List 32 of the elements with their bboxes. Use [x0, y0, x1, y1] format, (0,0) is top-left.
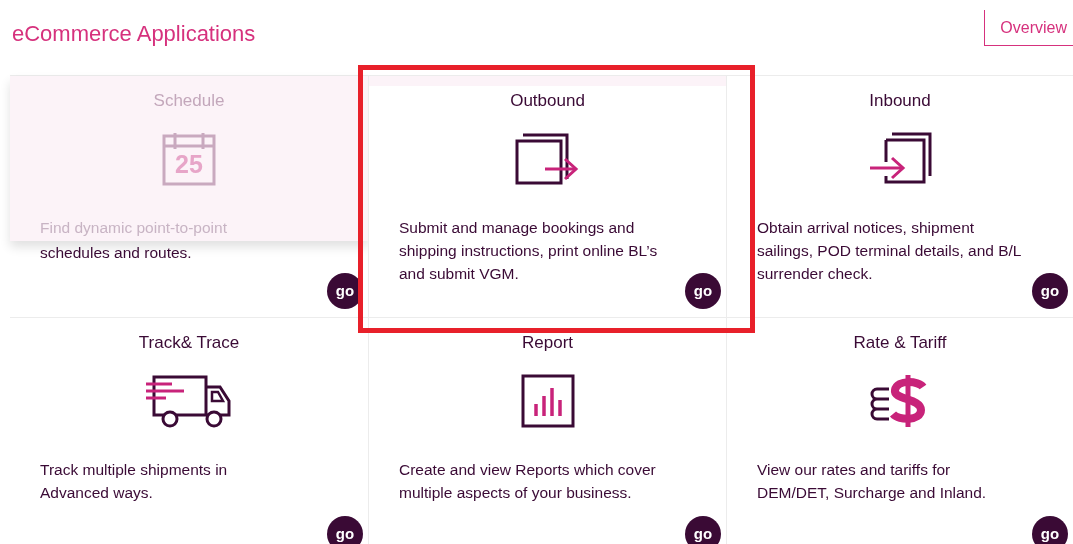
- description-line: Obtain arrival notices, shipment: [757, 218, 976, 238]
- description-line: sailings, POD terminal details, and B/L: [757, 241, 1023, 261]
- page-title: eCommerce Applications: [12, 20, 256, 48]
- calendar-icon: 25: [162, 132, 216, 186]
- card-title: Track& Trace: [138, 332, 240, 354]
- truck-icon: [146, 374, 232, 428]
- go-button[interactable]: go: [685, 516, 721, 544]
- overview-button[interactable]: Overview: [984, 10, 1073, 46]
- description-line: and submit VGM.: [399, 264, 520, 284]
- description-line: Submit and manage bookings and: [399, 218, 636, 238]
- export-icon: [514, 132, 581, 186]
- description-line: Advanced ways.: [40, 483, 154, 503]
- bar-chart-icon: [520, 374, 575, 428]
- card-title: Schedule: [153, 90, 225, 112]
- description-line: Create and view Reports which cover: [399, 460, 657, 480]
- description-line: DEM/DET, Surcharge and Inland.: [757, 483, 988, 503]
- card-title: Outbound: [510, 90, 585, 112]
- description-line: View our rates and tariffs for: [757, 460, 952, 480]
- description-line: surrender check.: [757, 264, 874, 284]
- go-button[interactable]: go: [685, 273, 721, 309]
- description-line: Track multiple shipments in: [40, 460, 229, 480]
- description-line: Find dynamic point-to-point: [40, 218, 228, 238]
- card-title: Inbound: [869, 90, 931, 112]
- go-button[interactable]: go: [1032, 516, 1068, 544]
- description-line: multiple aspects of your business.: [399, 483, 633, 503]
- card-title: Report: [522, 332, 573, 354]
- go-button[interactable]: go: [1032, 273, 1068, 309]
- description-line: shipping instructions, print online BL’s: [399, 241, 659, 261]
- go-button[interactable]: go: [327, 516, 363, 544]
- description-line: schedules and routes.: [40, 243, 193, 263]
- card-title: Rate & Tariff: [853, 332, 947, 354]
- import-icon: [868, 132, 932, 186]
